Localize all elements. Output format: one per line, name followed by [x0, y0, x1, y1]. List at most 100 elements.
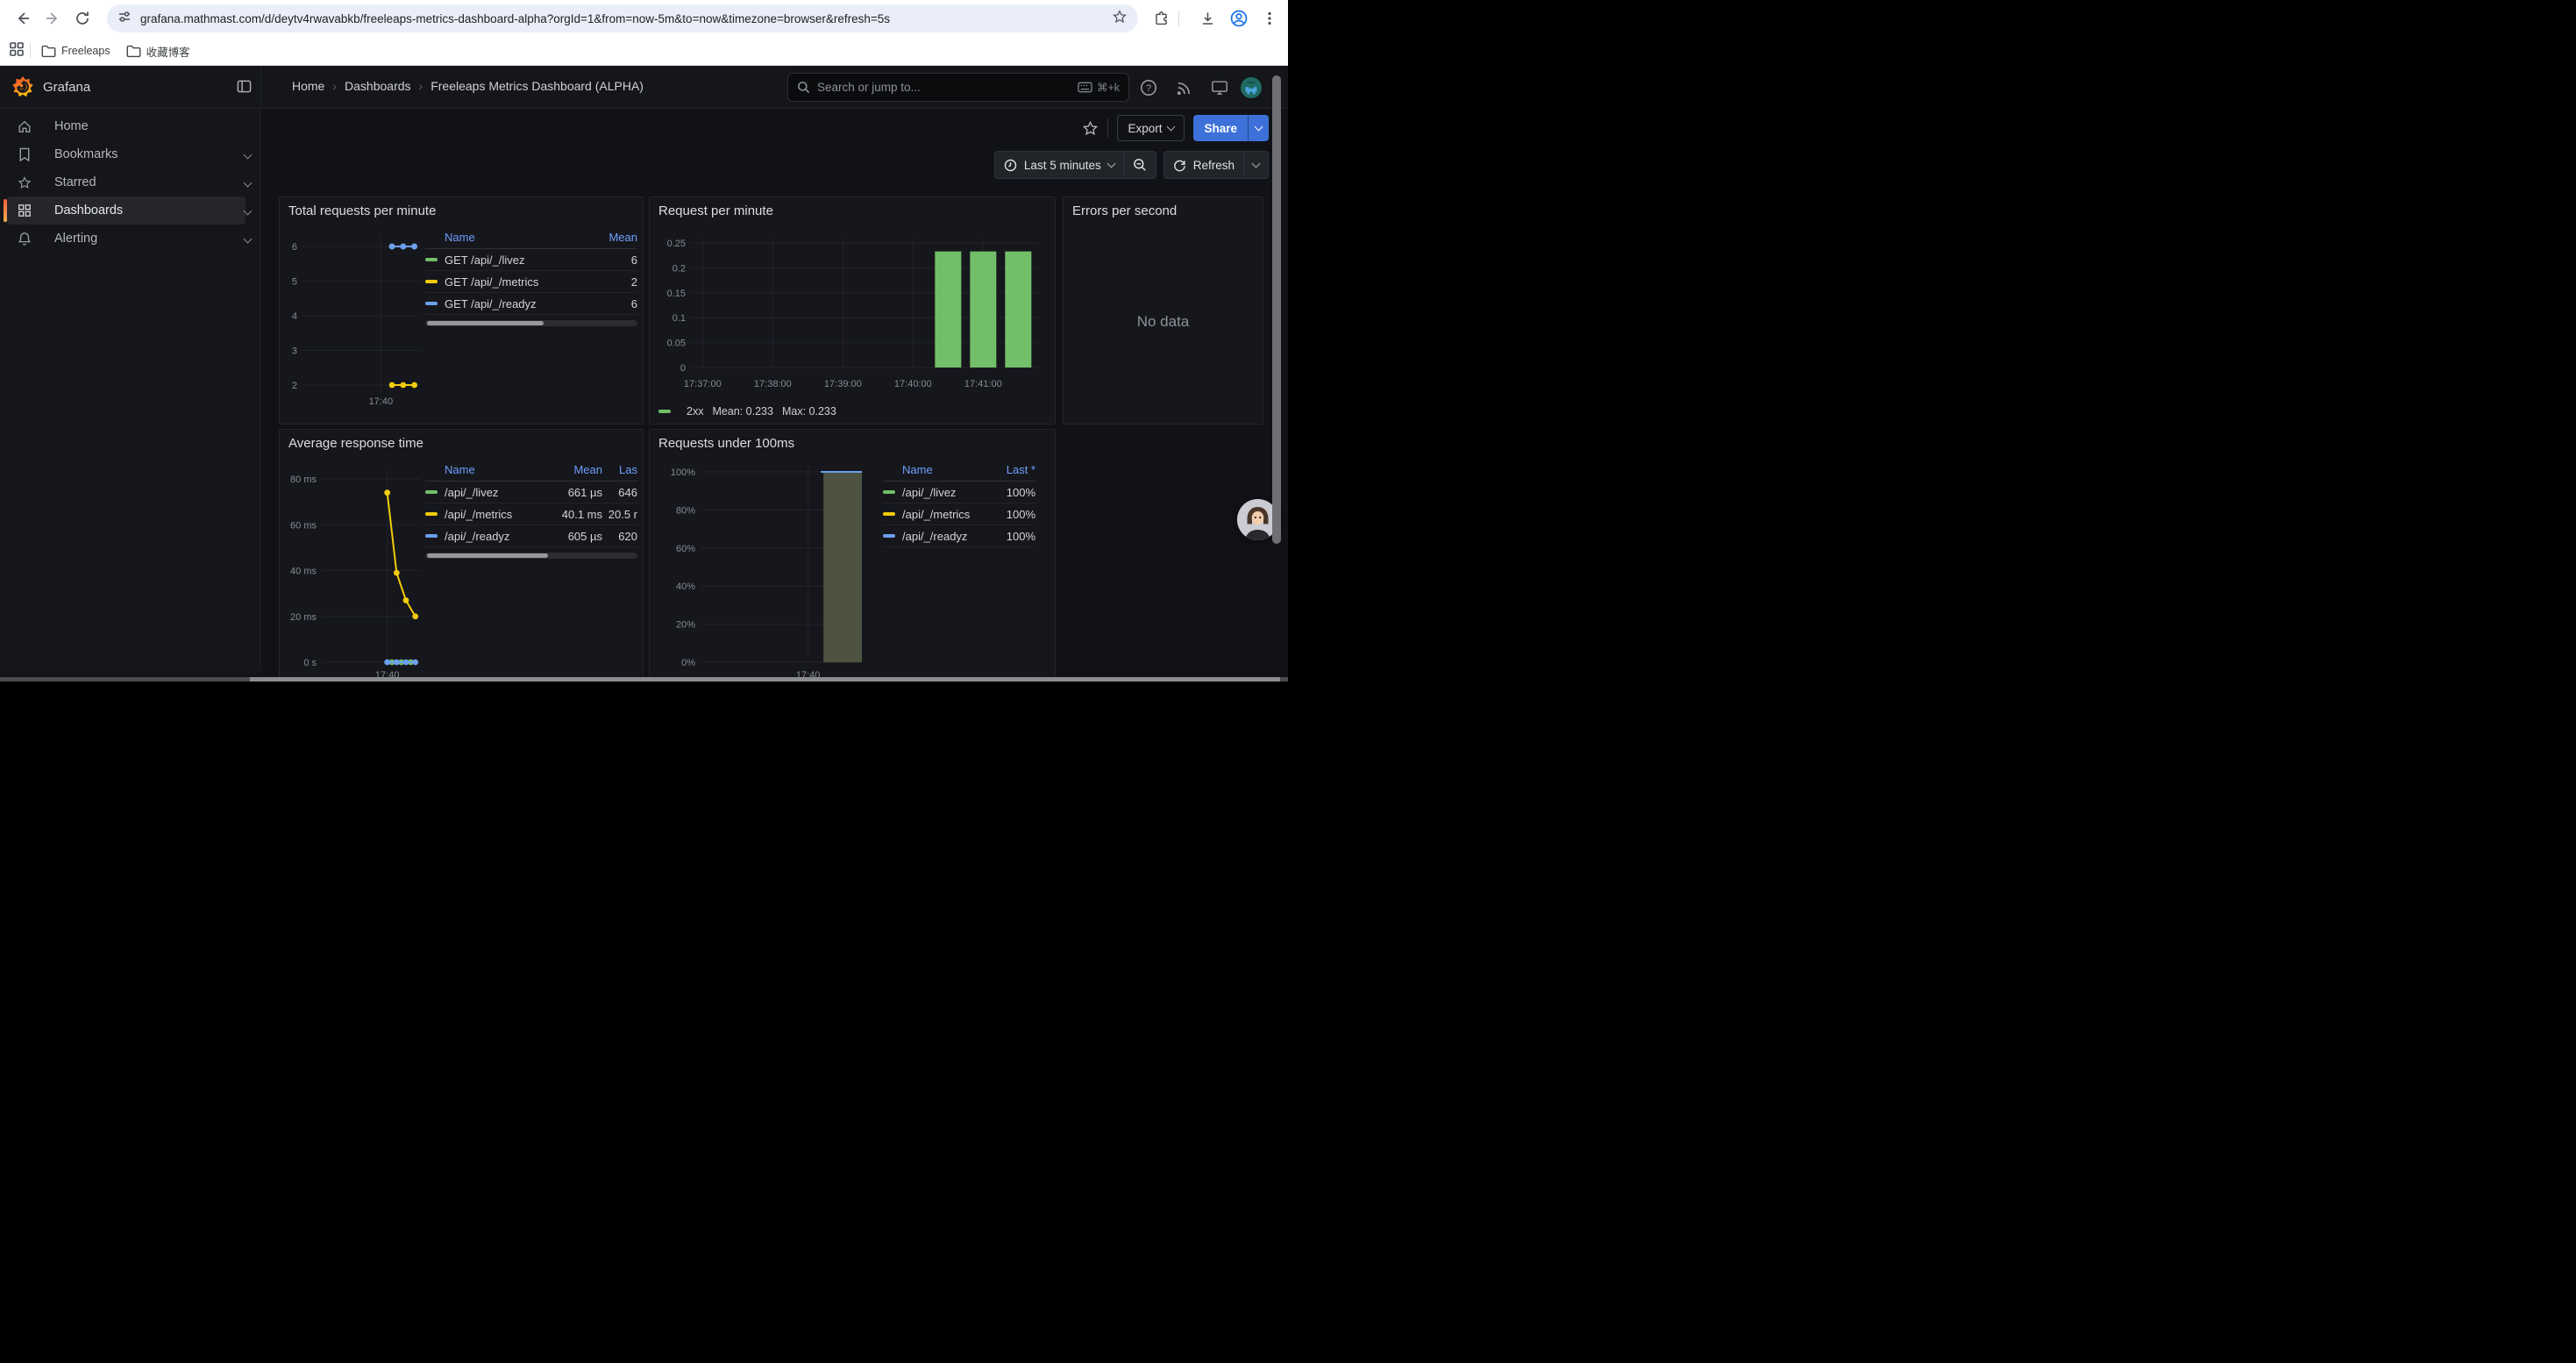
svg-text:17:39:00: 17:39:00 [824, 379, 862, 389]
series-name[interactable]: 2xx [687, 405, 703, 417]
search-icon [797, 81, 810, 94]
chevron-down-icon[interactable] [244, 234, 253, 243]
dashboards-grid-icon [18, 203, 32, 218]
profile-icon[interactable] [1227, 6, 1251, 31]
series-name: /api/_/readyz [902, 530, 967, 543]
forward-icon[interactable] [40, 6, 65, 31]
legend-table[interactable]: NameLast */api/_/livez100%/api/_/metrics… [883, 463, 1035, 547]
series-swatch [425, 280, 438, 283]
panel-title[interactable]: Errors per second [1072, 203, 1177, 218]
time-range-button[interactable]: Last 5 minutes [995, 152, 1123, 178]
legend-column-header[interactable]: Las [602, 463, 637, 476]
back-icon[interactable] [11, 6, 35, 31]
svg-text:0.2: 0.2 [672, 263, 686, 274]
bookmark-folder-freeleaps[interactable]: Freeleaps [41, 45, 110, 58]
bar-chart: 00.050.10.150.20.2517:37:0017:38:0017:39… [657, 224, 1050, 403]
legend-row[interactable]: /api/_/readyz100% [883, 525, 1035, 547]
svg-text:0.25: 0.25 [667, 239, 686, 249]
legend-column-header[interactable]: Mean [588, 231, 637, 244]
legend-row[interactable]: /api/_/livez100% [883, 482, 1035, 503]
sidebar-item-bookmarks[interactable]: Bookmarks [7, 140, 246, 168]
url-bar[interactable]: grafana.mathmast.com/d/deytv4rwavabkb/fr… [107, 4, 1138, 32]
breadcrumb-home[interactable]: Home [292, 79, 324, 93]
series-name: /api/_/readyz [445, 530, 509, 543]
chevron-down-icon[interactable] [244, 206, 253, 215]
legend-inline[interactable]: 2xxMean: 0.233Max: 0.233 [658, 405, 836, 417]
share-menu-button[interactable] [1248, 115, 1269, 141]
svg-text:0.1: 0.1 [672, 313, 686, 324]
browser-menu-icon[interactable] [1257, 6, 1282, 31]
monitor-icon[interactable] [1209, 77, 1230, 98]
series-name: GET /api/_/metrics [445, 275, 538, 289]
legend-row[interactable]: GET /api/_/readyz6 [425, 293, 637, 315]
help-icon[interactable]: ? [1138, 77, 1159, 98]
legend-row[interactable]: /api/_/metrics40.1 ms20.5 r [425, 503, 637, 525]
horizontal-scrollbar[interactable] [250, 677, 1280, 682]
svg-text:0.05: 0.05 [667, 339, 686, 349]
legend-row[interactable]: /api/_/metrics100% [883, 503, 1035, 525]
svg-text:3: 3 [292, 346, 297, 357]
svg-text:80 ms: 80 ms [290, 475, 317, 485]
legend-column-header[interactable]: Last * [986, 463, 1035, 476]
breadcrumb: Home › Dashboards › Freeleaps Metrics Da… [292, 79, 644, 93]
brand-name: Grafana [43, 80, 90, 95]
folder-icon [41, 45, 56, 58]
legend-value: 6 [588, 253, 637, 267]
legend-column-header[interactable]: Name [425, 463, 539, 476]
svg-text:?: ? [1146, 83, 1151, 94]
chevron-down-icon[interactable] [244, 178, 253, 187]
zoom-out-icon [1133, 158, 1147, 172]
panel-title[interactable]: Total requests per minute [288, 203, 436, 218]
breadcrumb-dashboards[interactable]: Dashboards [345, 79, 411, 93]
vertical-scrollbar[interactable] [1272, 75, 1281, 544]
legend-row[interactable]: /api/_/livez661 µs646 [425, 482, 637, 503]
legend-scrollbar[interactable] [425, 320, 637, 326]
grafana-logo-icon [11, 75, 34, 98]
panel-title[interactable]: Average response time [288, 436, 423, 451]
sidebar-item-alerting[interactable]: Alerting [7, 225, 246, 253]
legend-table[interactable]: NameMeanGET /api/_/livez6GET /api/_/metr… [425, 231, 637, 326]
legend-column-header[interactable]: Mean [539, 463, 602, 476]
series-swatch [425, 302, 438, 305]
apps-grid-icon[interactable] [9, 41, 25, 61]
sidebar-item-home[interactable]: Home [7, 112, 246, 140]
bookmark-star-icon[interactable] [1112, 9, 1128, 29]
export-button[interactable]: Export [1117, 115, 1185, 141]
legend-row[interactable]: GET /api/_/livez6 [425, 249, 637, 271]
news-rss-icon[interactable] [1173, 77, 1194, 98]
user-avatar[interactable] [1241, 77, 1262, 98]
refresh-interval-button[interactable] [1244, 152, 1268, 178]
legend-column-header[interactable]: Name [425, 231, 588, 244]
extensions-icon[interactable] [1149, 6, 1173, 31]
legend-table[interactable]: NameMeanLas/api/_/livez661 µs646/api/_/m… [425, 463, 637, 559]
svg-text:0.15: 0.15 [667, 289, 686, 299]
bookmark-folder-blogs[interactable]: 收藏博客 [126, 43, 190, 60]
sidebar-item-starred[interactable]: Starred [7, 168, 246, 196]
star-icon [18, 175, 32, 190]
legend-row[interactable]: /api/_/readyz605 µs620 [425, 525, 637, 547]
reload-icon[interactable] [70, 6, 95, 31]
zoom-out-button[interactable] [1124, 152, 1156, 178]
series-name: /api/_/metrics [902, 508, 970, 521]
home-icon [18, 119, 32, 134]
legend-row[interactable]: GET /api/_/metrics2 [425, 271, 637, 293]
legend-value: 646 [602, 486, 637, 499]
series-swatch [425, 534, 438, 538]
dock-menu-icon[interactable] [237, 79, 252, 98]
sidebar-item-dashboards[interactable]: Dashboards [7, 196, 246, 225]
search-input[interactable] [817, 81, 1078, 94]
chevron-down-icon[interactable] [244, 150, 253, 159]
refresh-button[interactable]: Refresh [1164, 152, 1243, 178]
legend-column-header[interactable]: Name [883, 463, 986, 476]
search-input-wrap[interactable]: ⌘+k [787, 73, 1129, 102]
panel-title[interactable]: Requests under 100ms [658, 436, 794, 451]
downloads-icon[interactable] [1195, 6, 1220, 31]
favorite-star-icon[interactable] [1082, 120, 1099, 137]
grafana-brand[interactable]: Grafana [11, 75, 90, 98]
panel-title[interactable]: Request per minute [658, 203, 773, 218]
share-button[interactable]: Share [1193, 115, 1269, 141]
site-settings-icon[interactable] [117, 10, 132, 28]
legend-scrollbar[interactable] [425, 553, 637, 559]
legend-value: 620 [602, 530, 637, 543]
grafana-header: Grafana Home › Dashboards › Freeleaps Me… [0, 66, 1288, 109]
